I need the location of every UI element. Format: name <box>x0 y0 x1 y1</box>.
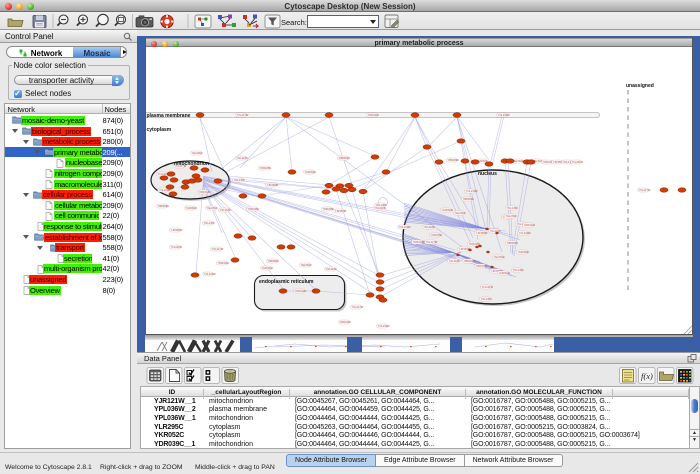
svg-text:YDR342C: YDR342C <box>524 223 536 227</box>
svg-text:YFL011W: YFL011W <box>482 285 494 289</box>
svg-text:endoplasmic reticulum: endoplasmic reticulum <box>259 279 314 285</box>
svg-text:YDR342C: YDR342C <box>340 320 352 324</box>
svg-text:YKL217W: YKL217W <box>639 188 651 192</box>
svg-text:YNL318C: YNL318C <box>220 208 231 212</box>
svg-text:YOL103W: YOL103W <box>399 225 412 229</box>
svg-text:YFL011W: YFL011W <box>572 160 584 164</box>
svg-text:YDR345C: YDR345C <box>431 233 443 237</box>
svg-text:YBR069C: YBR069C <box>507 241 519 245</box>
svg-text:YFL011W: YFL011W <box>375 206 387 210</box>
svg-text:YDL245C: YDL245C <box>507 206 518 210</box>
svg-text:plasma membrane: plasma membrane <box>147 113 191 119</box>
svg-text:YNL318C: YNL318C <box>490 229 501 233</box>
svg-text:YEL069C: YEL069C <box>207 206 218 210</box>
svg-text:YEL069C: YEL069C <box>506 214 517 218</box>
svg-text:YDR345C: YDR345C <box>248 207 260 211</box>
svg-text:YDR345C: YDR345C <box>260 166 272 170</box>
svg-text:YOL103W: YOL103W <box>498 113 511 117</box>
svg-text:YBR069C: YBR069C <box>158 204 170 208</box>
svg-text:YJR158W: YJR158W <box>335 209 347 213</box>
svg-text:YOL103W: YOL103W <box>378 324 391 328</box>
svg-text:YHR094C: YHR094C <box>262 266 274 270</box>
svg-text:YNL318C: YNL318C <box>237 156 248 160</box>
svg-text:nucleus: nucleus <box>478 171 497 177</box>
svg-text:YHR094C: YHR094C <box>518 250 530 254</box>
svg-text:YKL217W: YKL217W <box>426 240 438 244</box>
svg-text:YOL103W: YOL103W <box>466 189 479 193</box>
svg-text:YJR158W: YJR158W <box>171 228 183 232</box>
svg-text:YKL217W: YKL217W <box>352 305 364 309</box>
svg-text:cytoplasm: cytoplasm <box>147 127 172 133</box>
svg-text:YEL069C: YEL069C <box>455 211 466 215</box>
svg-text:f(x): f(x) <box>641 371 653 381</box>
svg-text:YDR342C: YDR342C <box>218 261 230 265</box>
svg-text:YDL245C: YDL245C <box>234 178 245 182</box>
svg-text:YOL103W: YOL103W <box>204 272 217 276</box>
svg-text:YBR069C: YBR069C <box>463 197 475 201</box>
svg-text:YEL069C: YEL069C <box>192 151 203 155</box>
svg-text:YEL069C: YEL069C <box>301 263 312 267</box>
svg-text:YBR069C: YBR069C <box>448 158 460 162</box>
svg-text:YNL318C: YNL318C <box>326 267 337 271</box>
svg-text:YDR345C: YDR345C <box>476 264 488 268</box>
svg-text:YBR069C: YBR069C <box>339 156 351 160</box>
svg-text:YOL103W: YOL103W <box>519 231 532 235</box>
svg-text:YEL069C: YEL069C <box>494 255 505 259</box>
svg-text:YBR069C: YBR069C <box>464 259 476 263</box>
svg-text:YKL217W: YKL217W <box>237 113 249 117</box>
svg-text:YDR345C: YDR345C <box>323 207 335 211</box>
svg-text:YHR094C: YHR094C <box>305 170 317 174</box>
svg-text:YDR342C: YDR342C <box>295 289 307 293</box>
svg-text:YDR342C: YDR342C <box>413 240 425 244</box>
svg-text:YBR069C: YBR069C <box>268 259 280 263</box>
svg-text:YHR094C: YHR094C <box>442 208 454 212</box>
svg-text:YDL245C: YDL245C <box>513 268 524 272</box>
svg-text:YJR158W: YJR158W <box>476 231 488 235</box>
svg-text:mitochondrion: mitochondrion <box>174 161 209 167</box>
svg-text:YJR158W: YJR158W <box>267 183 279 187</box>
svg-text:YDL245C: YDL245C <box>481 297 492 301</box>
svg-text:YFL011W: YFL011W <box>171 245 183 249</box>
svg-text:YDL245C: YDL245C <box>204 221 215 225</box>
svg-text:YHR094C: YHR094C <box>499 271 511 275</box>
svg-text:YDR342C: YDR342C <box>368 113 380 117</box>
svg-text:YKL217W: YKL217W <box>212 247 224 251</box>
svg-text:YHR094C: YHR094C <box>186 206 198 210</box>
svg-text:YDR342C: YDR342C <box>199 190 211 194</box>
svg-text:unassigned: unassigned <box>626 83 654 89</box>
svg-text:YNL318C: YNL318C <box>449 259 460 263</box>
svg-text:YNL318C: YNL318C <box>424 225 435 229</box>
